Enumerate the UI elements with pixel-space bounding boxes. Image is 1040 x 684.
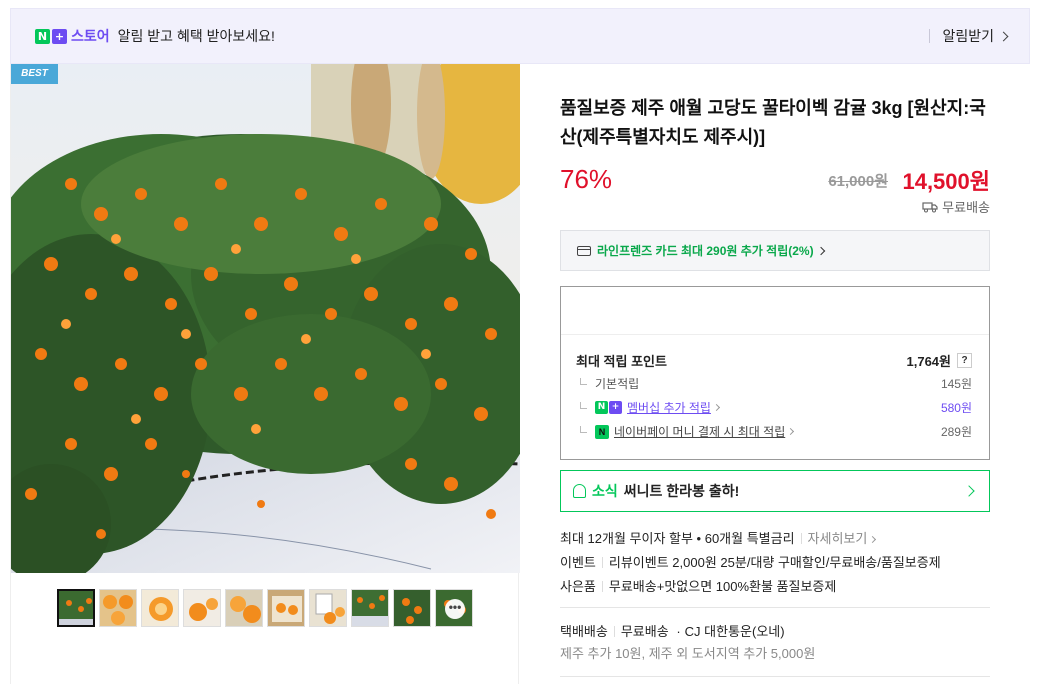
delivery-method: 택배배송 — [560, 624, 608, 639]
discount-rate: 76% — [560, 164, 613, 194]
tree-branch-icon — [580, 378, 587, 385]
best-badge: BEST — [11, 64, 58, 84]
news-text: 써니트 한라봉 출하! — [623, 483, 740, 499]
thumbnail-6[interactable] — [267, 589, 305, 627]
main-product-photo[interactable]: BEST — [11, 64, 520, 573]
plus-mark: + — [52, 28, 67, 44]
chevron-right-icon — [998, 31, 1009, 41]
thumbnail-7[interactable] — [309, 589, 347, 627]
chevron-right-icon — [963, 485, 975, 497]
installment-text: 최대 12개월 무이자 할부 • 60개월 특별금리 — [560, 531, 795, 546]
subscribe-alert-button[interactable]: 알림받기 — [929, 26, 1009, 46]
membership-points-value: 580원 — [940, 401, 972, 415]
max-points-label: 최대 적립 포인트 — [576, 354, 667, 369]
naver-plus-icon: N + — [595, 401, 622, 414]
plus-mark: + — [609, 401, 622, 414]
shipping-info: 무료배송 — [922, 197, 990, 216]
base-points-row: 기본적립 145원 — [576, 375, 972, 392]
subscribe-alert-label: 알림받기 — [942, 28, 994, 44]
installment-info: 최대 12개월 무이자 할부 • 60개월 특별금리 자세히보기 — [560, 528, 877, 547]
chevron-right-icon — [869, 535, 877, 544]
membership-points-link[interactable]: 멤버십 추가 적립 — [627, 399, 711, 416]
divider — [601, 581, 603, 592]
product-gallery: BEST ••• — [10, 64, 520, 684]
thumbnail-1[interactable] — [57, 589, 95, 627]
naver-pay-icon: N — [595, 424, 609, 439]
chevron-right-icon — [712, 403, 720, 412]
delivery-carrier: CJ 대한통운(오네) — [684, 624, 785, 639]
divider — [929, 29, 931, 43]
sale-price: 14,500원 — [902, 169, 990, 194]
base-points-value: 145원 — [940, 377, 972, 391]
product-title: 품질보증 제주 애월 고당도 꿀타이벡 감귤 3kg [원산지:국산(제주특별자… — [560, 98, 986, 147]
divider — [613, 626, 615, 637]
news-label: 소식 — [592, 483, 618, 499]
membership-points-row: N + 멤버십 추가 적립 580원 — [576, 399, 972, 416]
help-icon[interactable]: ? — [957, 353, 972, 368]
thumbnail-more[interactable]: ••• — [435, 589, 473, 627]
chevron-right-icon — [787, 427, 795, 436]
truck-icon — [922, 201, 938, 212]
store-news-banner[interactable]: 소식 써니트 한라봉 출하! — [560, 470, 990, 512]
points-box: 최대 적립 포인트 1,764원 ? 기본적립 145원 N + 멤버십 추가 … — [560, 286, 990, 460]
naverpay-points-link[interactable]: 네이버페이 머니 결제 시 최대 적립 — [614, 423, 785, 440]
naver-plus-logo: N + — [35, 28, 67, 44]
delivery-extra-fee: 제주 추가 10원, 제주 외 도서지역 추가 5,000원 — [560, 646, 816, 661]
divider — [561, 334, 989, 335]
max-points-row: 최대 적립 포인트 1,764원 ? — [576, 351, 972, 370]
card-benefit-text: 라인프렌즈 카드 최대 290원 추가 적립(2%) — [597, 244, 814, 258]
event-info: 이벤트 리뷰이벤트 2,000원 25분/대량 구매할인/무료배송/품질보증제 — [560, 552, 941, 571]
store-wordmark: 스토어 — [71, 28, 110, 44]
thumbnail-5[interactable] — [225, 589, 263, 627]
bell-icon — [573, 484, 586, 498]
installment-detail-link[interactable]: 자세히보기 — [808, 531, 868, 546]
thumbnail-8[interactable] — [351, 589, 389, 627]
gift-label: 사은품 — [560, 579, 596, 594]
store-alert-banner: N + 스토어 알림 받고 혜택 받아보세요! 알림받기 — [10, 8, 1030, 64]
card-benefit-link[interactable]: 라인프렌즈 카드 최대 290원 추가 적립(2%) — [560, 230, 990, 271]
divider — [601, 557, 603, 568]
delivery-info: 택배배송 무료배송 · CJ 대한통운(오네) — [560, 621, 785, 640]
thumbnail-9[interactable] — [393, 589, 431, 627]
separator-dot: · — [676, 624, 681, 639]
tangerine-orchard-photo — [11, 64, 520, 573]
banner-message: 알림 받고 혜택 받아보세요! — [117, 28, 275, 44]
naverpay-points-row: N 네이버페이 머니 결제 시 최대 적립 289원 — [576, 423, 972, 440]
chevron-right-icon — [816, 246, 825, 255]
naver-n-mark: N — [595, 401, 608, 414]
divider — [560, 607, 990, 608]
more-images-icon: ••• — [445, 599, 465, 619]
base-points-label: 기본적립 — [595, 377, 640, 391]
naver-n-mark: N — [35, 28, 50, 44]
delivery-fee: 무료배송 — [620, 624, 669, 639]
tree-branch-icon — [580, 402, 587, 409]
gift-text: 무료배송+맛없으면 100%환불 품질보증제 — [608, 579, 837, 594]
thumbnail-2[interactable] — [99, 589, 137, 627]
credit-card-icon — [577, 245, 591, 256]
gift-info: 사은품 무료배송+맛없으면 100%환불 품질보증제 — [560, 576, 836, 595]
naverpay-points-value: 289원 — [940, 425, 972, 439]
divider — [560, 676, 990, 677]
event-label: 이벤트 — [560, 555, 596, 570]
thumbnail-4[interactable] — [183, 589, 221, 627]
thumbnail-3[interactable] — [141, 589, 179, 627]
original-price: 61,000원 — [828, 173, 888, 190]
shipping-label: 무료배송 — [942, 200, 990, 215]
event-text: 리뷰이벤트 2,000원 25분/대량 구매할인/무료배송/품질보증제 — [608, 555, 941, 570]
tree-branch-icon — [580, 426, 587, 433]
thumbnail-strip: ••• — [57, 589, 473, 627]
divider — [800, 533, 802, 544]
max-points-value: 1,764원 — [906, 354, 952, 369]
